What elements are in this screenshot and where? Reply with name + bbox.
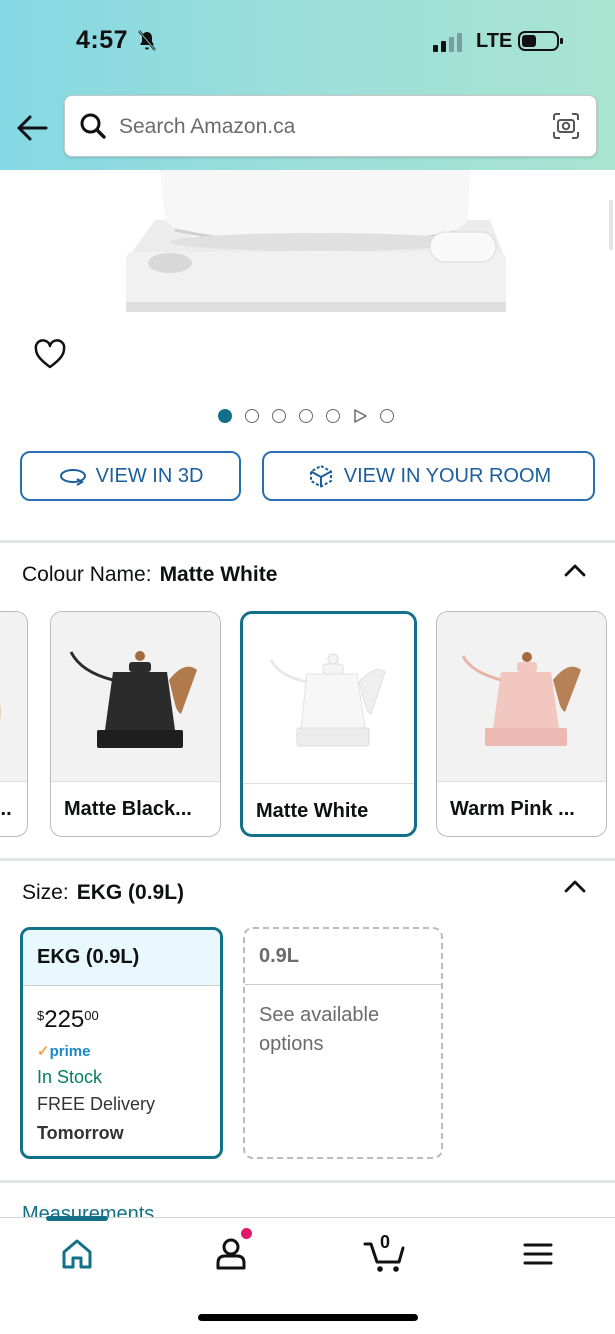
app-header: 4:57 LTE Search Amazon.ca bbox=[0, 0, 615, 170]
colour-option-image bbox=[51, 612, 220, 782]
view-in-room-label: VIEW IN YOUR ROOM bbox=[343, 464, 552, 487]
nav-active-indicator bbox=[46, 1216, 108, 1221]
account-icon[interactable] bbox=[211, 1234, 251, 1274]
heart-icon[interactable] bbox=[33, 338, 67, 372]
price-fraction: 00 bbox=[84, 1008, 99, 1023]
divider bbox=[0, 1180, 615, 1183]
image-scroll-indicator bbox=[609, 200, 613, 250]
size-label: Size: bbox=[22, 881, 69, 904]
price-whole: 225 bbox=[44, 1006, 85, 1033]
pager-dot[interactable] bbox=[218, 409, 232, 423]
size-option-name: 0.9L bbox=[245, 929, 441, 985]
colour-option-label: Warm Pink ... bbox=[450, 798, 575, 820]
colour-option[interactable]: Matte Black... bbox=[50, 611, 221, 837]
prime-label: prime bbox=[49, 1043, 91, 1060]
chevron-up-icon[interactable] bbox=[563, 562, 587, 578]
kettle-pink-image bbox=[461, 652, 581, 746]
view-in-room-button[interactable]: VIEW IN YOUR ROOM bbox=[262, 451, 595, 501]
colour-option-image bbox=[437, 612, 606, 782]
price-symbol: $ bbox=[37, 1008, 45, 1023]
view-in-3d-label: VIEW IN 3D bbox=[95, 464, 204, 487]
ar-cube-icon bbox=[309, 464, 332, 488]
colour-option[interactable]: ... bbox=[0, 611, 28, 837]
colour-option-label: Matte Black... bbox=[64, 798, 192, 820]
chevron-up-icon[interactable] bbox=[563, 878, 587, 894]
colour-option-image bbox=[243, 614, 414, 784]
pager-dot[interactable] bbox=[299, 409, 313, 423]
colour-option-selected[interactable]: Matte White bbox=[240, 611, 417, 837]
colour-option-image bbox=[0, 612, 27, 782]
cart-count: 0 bbox=[380, 1232, 391, 1252]
delivery-day: Tomorrow bbox=[37, 1123, 124, 1143]
size-row: Size: EKG (0.9L) bbox=[22, 881, 184, 905]
search-placeholder: Search Amazon.ca bbox=[119, 115, 296, 138]
signal-icon bbox=[433, 33, 462, 52]
colour-selected: Matte White bbox=[159, 563, 278, 586]
delivery-text: FREE Delivery bbox=[37, 1094, 156, 1114]
pager-dot[interactable] bbox=[272, 409, 286, 423]
back-arrow-icon[interactable] bbox=[14, 110, 50, 146]
price: $22500 bbox=[37, 1006, 99, 1034]
home-icon[interactable] bbox=[57, 1234, 97, 1274]
product-image[interactable] bbox=[0, 170, 615, 340]
prime-badge: ✓prime bbox=[37, 1042, 90, 1060]
video-play-icon[interactable] bbox=[353, 409, 367, 423]
stock-status: In Stock bbox=[37, 1067, 103, 1087]
size-selected: EKG (0.9L) bbox=[76, 881, 185, 904]
search-icon bbox=[80, 113, 106, 139]
size-option-name: EKG (0.9L) bbox=[23, 930, 220, 986]
divider bbox=[0, 540, 615, 543]
search-input[interactable]: Search Amazon.ca bbox=[64, 95, 597, 157]
colour-label: Colour Name: bbox=[22, 563, 152, 586]
prime-check-icon: ✓ bbox=[37, 1043, 50, 1060]
colour-option-label: Matte White bbox=[256, 800, 369, 822]
image-pager[interactable] bbox=[218, 406, 394, 426]
size-option[interactable]: 0.9L See available options bbox=[243, 927, 443, 1159]
view-in-3d-button[interactable]: VIEW IN 3D bbox=[20, 451, 241, 501]
battery-icon bbox=[518, 31, 563, 51]
notification-dot bbox=[241, 1228, 252, 1239]
colour-option-label: ... bbox=[0, 798, 12, 820]
network-type: LTE bbox=[476, 30, 513, 52]
colour-option[interactable]: Warm Pink ... bbox=[436, 611, 607, 837]
see-options-text: See available options bbox=[259, 1004, 380, 1055]
divider bbox=[0, 858, 615, 861]
pager-dot[interactable] bbox=[380, 409, 394, 423]
kettle-black-image bbox=[69, 651, 197, 748]
colour-row: Colour Name: Matte White bbox=[22, 563, 277, 587]
pager-dot[interactable] bbox=[245, 409, 259, 423]
bell-muted-icon bbox=[138, 30, 156, 51]
home-indicator bbox=[198, 1314, 418, 1321]
camera-search-icon[interactable] bbox=[552, 112, 580, 140]
rotate-3d-icon bbox=[59, 469, 86, 486]
status-time: 4:57 bbox=[76, 26, 129, 54]
pager-dot[interactable] bbox=[326, 409, 340, 423]
kettle-white-image bbox=[269, 653, 386, 747]
size-option-selected[interactable]: EKG (0.9L) $22500 ✓prime In Stock FREE D… bbox=[20, 927, 223, 1159]
menu-icon[interactable] bbox=[518, 1234, 558, 1274]
